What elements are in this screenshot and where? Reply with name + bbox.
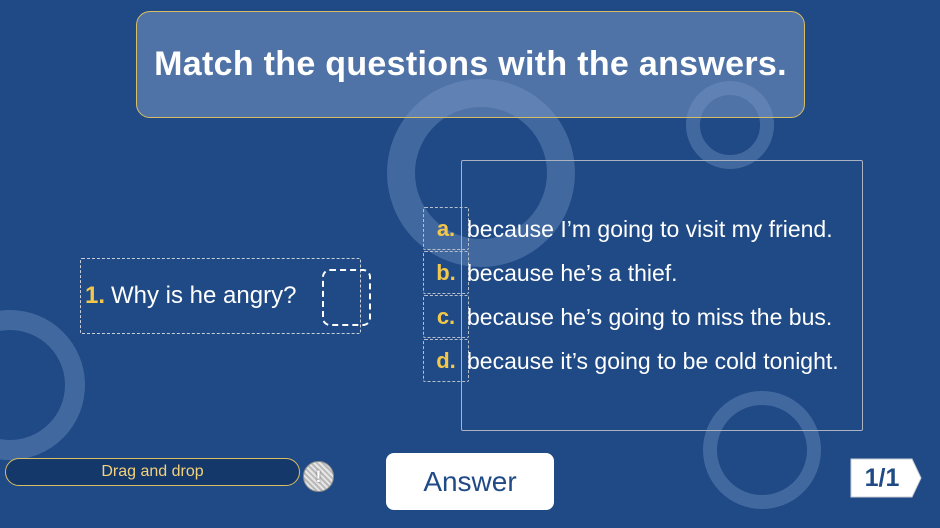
answer-b-letter[interactable]: b. <box>423 251 469 294</box>
question-text: Why is he angry? <box>111 282 297 309</box>
drag-hint-text: Drag and drop <box>101 463 204 480</box>
question-1: 1. Why is he angry? <box>85 281 296 311</box>
answer-b-letter-text: b. <box>436 259 456 285</box>
answer-c-text[interactable]: because he’s going to miss the bus. <box>467 303 832 331</box>
slide-stage: Match the questions with the answers. 1.… <box>0 0 940 528</box>
answer-b-text[interactable]: because he’s a thief. <box>467 259 678 287</box>
answer-d-letter-text: d. <box>436 347 456 373</box>
answer-c-letter-text: c. <box>436 303 456 329</box>
instruction-title-text: Match the questions with the answers. <box>154 45 787 83</box>
answer-d-letter[interactable]: d. <box>423 339 469 382</box>
page-number: 1/1 <box>864 463 900 492</box>
answer-a-letter-text: a. <box>436 215 456 241</box>
page-indicator: 1/1 <box>850 458 922 498</box>
answers-panel <box>461 160 863 431</box>
answer-a-text[interactable]: because I’m going to visit my friend. <box>467 215 833 243</box>
answer-a-letter[interactable]: a. <box>423 207 469 250</box>
answer-c-letter[interactable]: c. <box>423 295 469 338</box>
answer-drop-slot[interactable] <box>322 269 371 326</box>
answer-button[interactable]: Answer <box>386 453 554 510</box>
answer-d-text[interactable]: because it’s going to be cold tonight. <box>467 347 839 375</box>
instruction-title: Match the questions with the answers. <box>136 11 805 118</box>
info-icon[interactable]: ! <box>303 461 334 492</box>
question-number: 1. <box>85 282 106 309</box>
drag-and-drop-hint: Drag and drop <box>5 458 300 486</box>
